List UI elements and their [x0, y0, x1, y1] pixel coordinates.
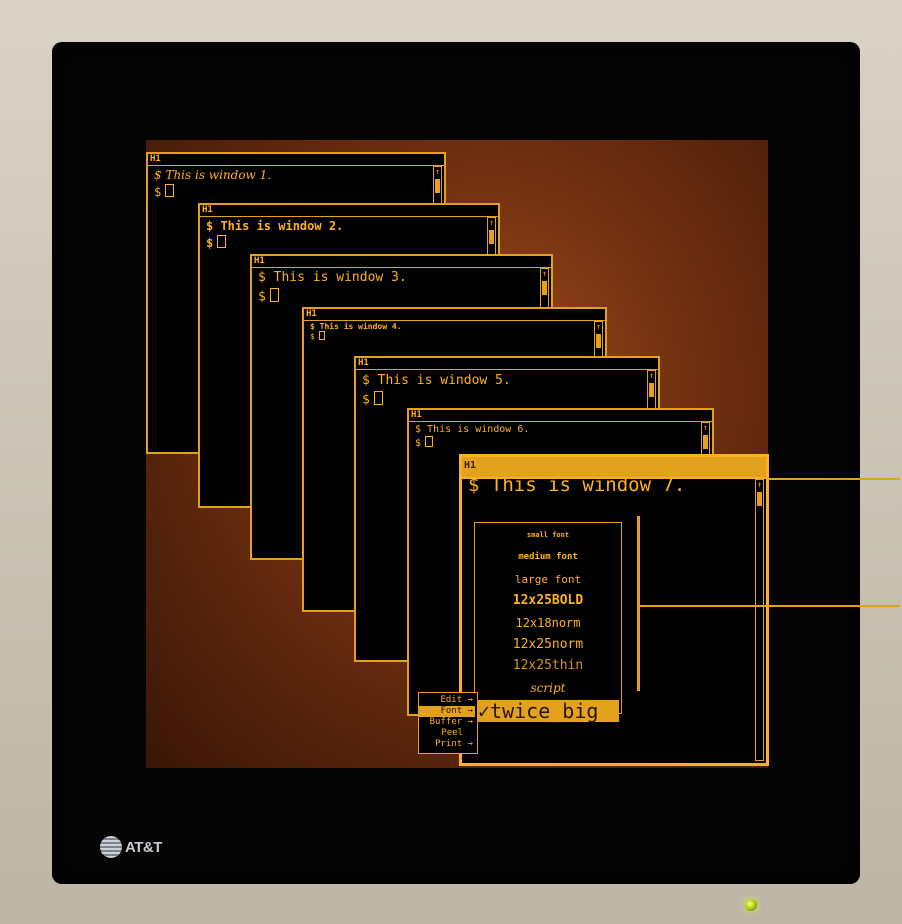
font-submenu: small font medium font large font 12x25B… [474, 522, 622, 714]
text-cursor [425, 436, 433, 447]
scroll-up-icon[interactable]: ↑ [595, 322, 602, 331]
terminal-prompt: $ [154, 184, 174, 199]
window-title-bar[interactable]: H1 [304, 309, 605, 321]
font-option-twice-big[interactable]: ✓twice_big [476, 700, 619, 722]
window-icon: H1 [202, 205, 213, 215]
font-option-script[interactable]: script [475, 681, 621, 695]
menu-item-edit[interactable]: Edit → [419, 695, 475, 706]
terminal-line: $ This is window 3. [258, 270, 407, 285]
scroll-up-icon[interactable]: ↑ [702, 423, 709, 432]
scroll-thumb[interactable] [435, 179, 440, 193]
font-option-12x18norm[interactable]: 12x18norm [475, 616, 621, 630]
text-cursor [373, 391, 383, 405]
window-icon: H1 [358, 358, 369, 368]
terminal-line: $ This is window 7. [468, 474, 686, 496]
scroll-thumb[interactable] [703, 435, 708, 449]
menu-item-print[interactable]: Print → [419, 739, 475, 750]
terminal-line: $ This is window 4. [310, 322, 402, 331]
window-title-bar[interactable]: H1 [200, 205, 498, 217]
scroll-up-icon[interactable]: ↑ [541, 269, 548, 278]
font-option-12x25norm[interactable]: 12x25norm [475, 637, 621, 652]
terminal-prompt: $ [206, 235, 226, 250]
text-cursor [269, 288, 279, 302]
font-option-large[interactable]: large font [475, 573, 621, 586]
terminal-prompt: $ [415, 436, 433, 449]
scroll-thumb[interactable] [649, 383, 654, 397]
window-icon: H1 [306, 309, 317, 319]
terminal-line: $ This is window 2. [206, 219, 344, 233]
brand-logo: AT&T [100, 836, 162, 858]
scrollbar[interactable]: ↑ [755, 479, 764, 761]
terminal-prompt: $ [362, 391, 383, 408]
terminal-line: $ This is window 5. [362, 373, 511, 388]
window-icon: H1 [411, 410, 422, 420]
callout-line [637, 516, 640, 691]
brand-name: AT&T [125, 838, 162, 856]
font-option-12x25bold[interactable]: 12x25BOLD [475, 593, 621, 608]
menu-item-buffer[interactable]: Buffer → [419, 717, 475, 728]
scroll-up-icon[interactable]: ↑ [488, 218, 495, 227]
globe-logo-icon [100, 836, 122, 858]
scroll-thumb[interactable] [757, 492, 762, 506]
scroll-up-icon[interactable]: ↑ [434, 167, 441, 176]
terminal-line: $ This is window 6. [415, 424, 530, 435]
menu-item-font[interactable]: Font → [419, 706, 475, 717]
context-menu: Edit → Font → Buffer → Peel Print → [418, 692, 478, 754]
window-title-bar[interactable]: H1 [409, 410, 712, 422]
window-title-bar[interactable]: H1 [356, 358, 658, 370]
menu-item-peel[interactable]: Peel [419, 728, 475, 739]
text-cursor [165, 184, 174, 197]
window-title-bar[interactable]: H1 [252, 256, 551, 268]
font-option-medium[interactable]: medium font [475, 552, 621, 562]
callout-line [769, 478, 900, 480]
window-icon: H1 [150, 154, 161, 164]
power-led-icon [745, 899, 757, 911]
text-cursor [217, 235, 226, 248]
terminal-line: $ This is window 1. [154, 168, 272, 182]
font-option-12x25thin[interactable]: 12x25thin [475, 658, 621, 673]
terminal-prompt: $ [258, 288, 279, 305]
terminal-prompt: $ [310, 331, 326, 341]
scroll-thumb[interactable] [596, 334, 601, 348]
callout-line [640, 605, 900, 607]
window-icon: H1 [254, 256, 265, 266]
scroll-up-icon[interactable]: ↑ [648, 371, 655, 380]
scroll-thumb[interactable] [542, 281, 547, 295]
window-title-bar[interactable]: H1 [148, 154, 444, 166]
window-icon: H1 [464, 460, 477, 471]
text-cursor [318, 331, 326, 341]
monitor-bezel: H1 ↑ $ This is window 1. $ H1 ↑ $ This i… [0, 0, 902, 924]
scroll-up-icon[interactable]: ↑ [756, 480, 763, 489]
scroll-thumb[interactable] [489, 230, 494, 244]
font-option-small[interactable]: small font [475, 531, 621, 539]
